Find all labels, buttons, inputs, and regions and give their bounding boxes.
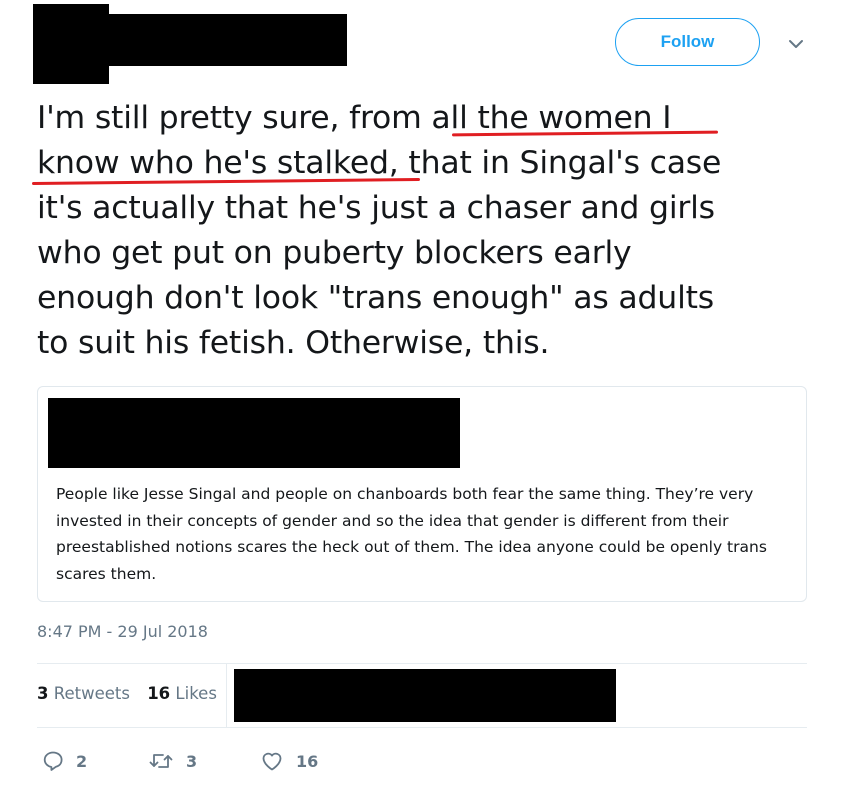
reply-button[interactable]: 2 [42, 750, 87, 772]
redacted-quoted-author [48, 398, 460, 468]
retweet-button[interactable]: 3 [148, 750, 197, 772]
retweet-count: 3 [186, 751, 198, 771]
retweets-stat[interactable]: 3 Retweets [37, 684, 130, 703]
divider [37, 663, 807, 664]
retweet-icon [148, 750, 174, 772]
divider [37, 727, 807, 728]
like-button[interactable]: 16 [260, 750, 318, 772]
tweet-text-line: it's actually that he's just a chaser an… [37, 190, 715, 226]
tweet-text-line: enough don't look "trans enough" as adul… [37, 280, 714, 316]
tweet-stats: 3 Retweets 16 Likes [37, 684, 229, 703]
quoted-tweet-text: People like Jesse Singal and people on c… [56, 485, 767, 583]
chevron-down-icon[interactable] [784, 34, 808, 54]
heart-icon [260, 750, 284, 772]
retweets-count: 3 [37, 684, 49, 703]
tweet-text-line: who get put on puberty blockers early [37, 235, 632, 271]
tweet-text-line: know who he's stalked, that in Singal's … [37, 145, 722, 181]
retweets-label: Retweets [53, 684, 130, 703]
stats-separator [226, 664, 227, 728]
tweet-text-line: to suit his fetish. Otherwise, this. [37, 325, 550, 361]
follow-button[interactable]: Follow [615, 18, 760, 66]
tweet-timestamp[interactable]: 8:47 PM - 29 Jul 2018 [37, 622, 208, 641]
redacted-liker-avatars [234, 669, 616, 722]
reply-count: 2 [76, 751, 88, 771]
like-count: 16 [296, 751, 319, 771]
reply-icon [42, 750, 64, 772]
likes-count: 16 [147, 684, 171, 703]
likes-label: Likes [175, 684, 217, 703]
quoted-tweet[interactable]: People like Jesse Singal and people on c… [37, 386, 807, 602]
tweet-text: I'm still pretty sure, from all the wome… [37, 96, 827, 366]
likes-stat[interactable]: 16 Likes [147, 684, 217, 703]
redacted-author-handle [95, 14, 347, 66]
tweet-text-line: I'm still pretty sure, from all the wome… [37, 100, 672, 136]
